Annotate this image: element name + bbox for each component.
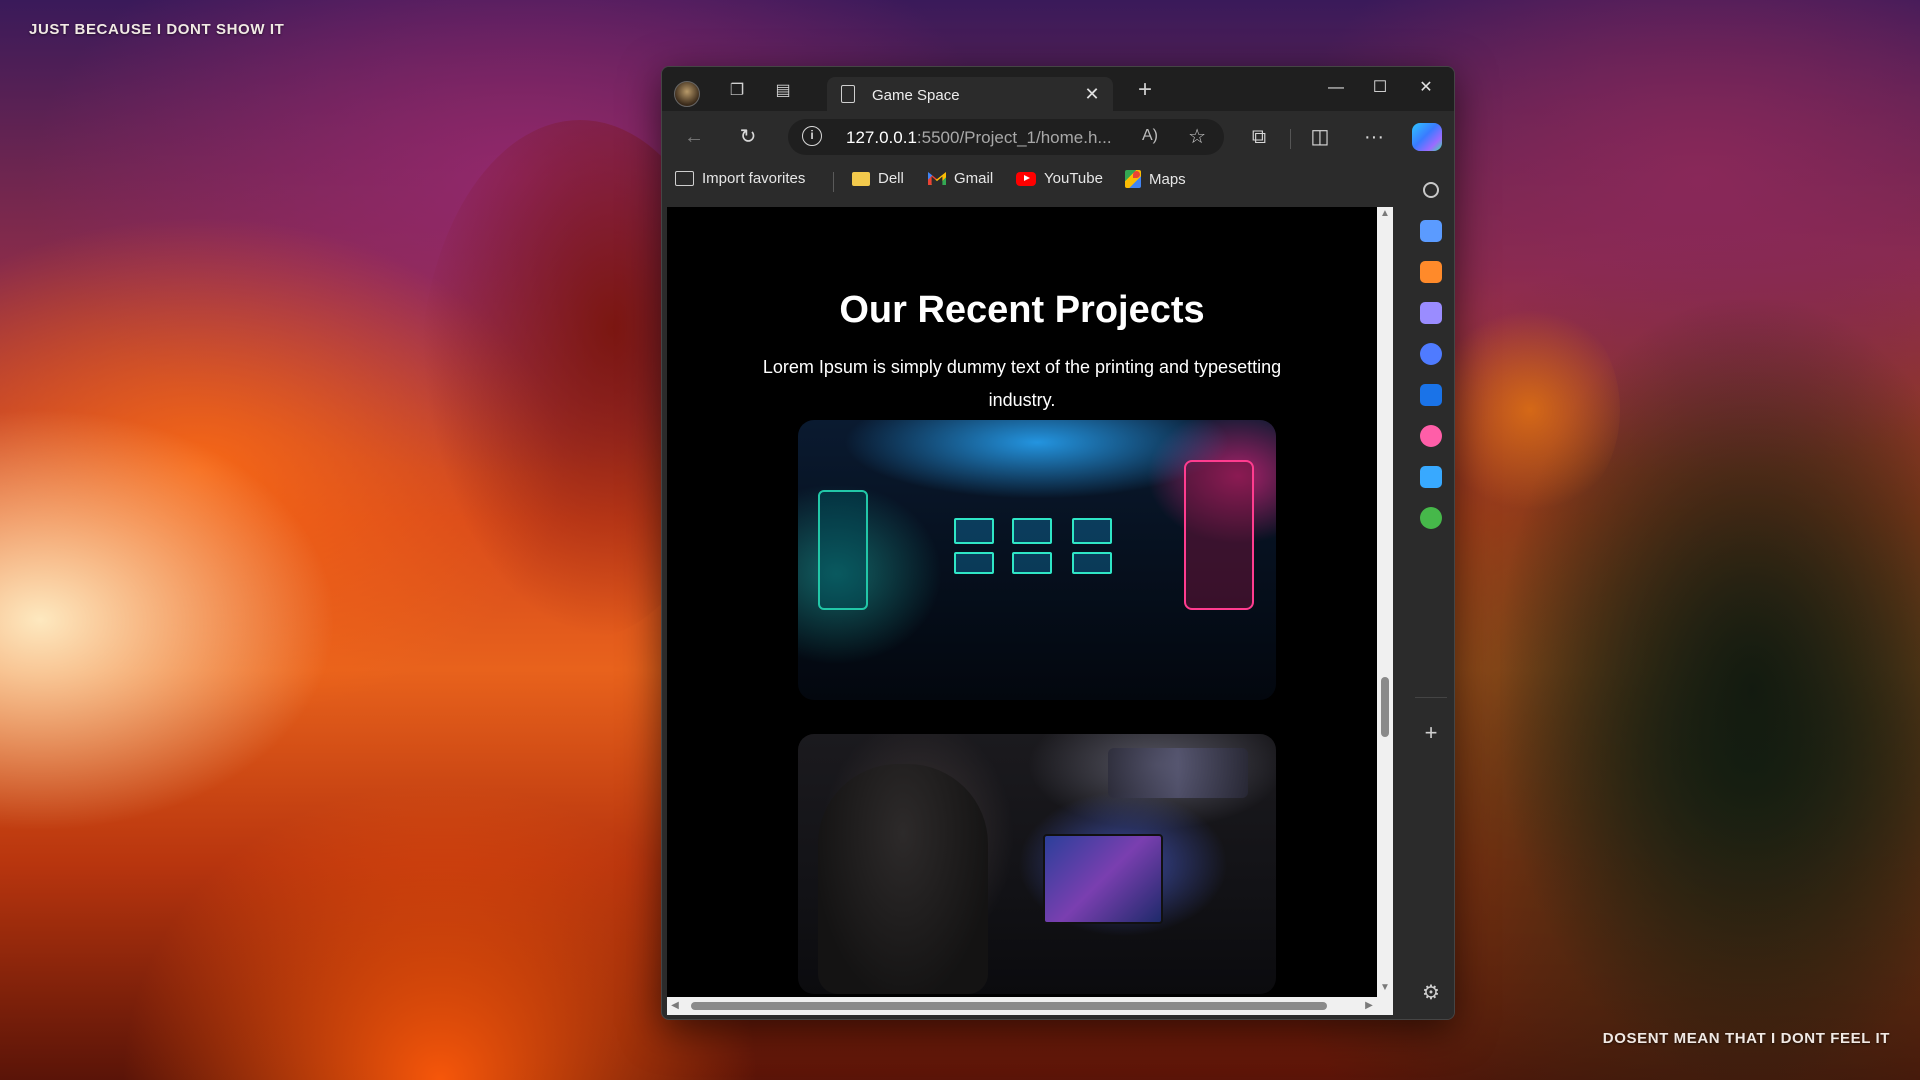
toolbar-divider (1290, 129, 1291, 149)
favorite-label: Maps (1149, 170, 1186, 188)
favorite-import-favorites[interactable]: Import favorites (675, 170, 805, 187)
arcade-screen (1012, 518, 1052, 544)
wallpaper-silhouette (1500, 300, 1920, 1080)
folder-icon (852, 171, 870, 186)
desktop-bottom-text: DOSENT MEAN THAT I DONT FEEL IT (1602, 1030, 1890, 1047)
horizontal-scrollbar[interactable]: ◀ ▶ (667, 997, 1393, 1015)
refresh-button[interactable]: ↻ (733, 122, 763, 152)
gmail-icon (928, 172, 946, 185)
import-icon (675, 171, 694, 186)
split-screen-icon[interactable]: ◫ (1305, 122, 1335, 152)
sidebar-divider (1415, 697, 1447, 698)
favorite-label: Dell (878, 170, 904, 187)
favorite-label: Import favorites (702, 170, 806, 187)
tab-title: Game Space (872, 87, 960, 104)
read-aloud-icon[interactable]: A) (1142, 127, 1158, 145)
favorites-divider (833, 172, 834, 192)
tools-briefcase-icon[interactable] (1420, 261, 1442, 283)
maps-icon (1125, 170, 1141, 188)
url-text[interactable]: 127.0.0.1:5500/Project_1/home.h... (846, 128, 1112, 148)
sidebar-settings-icon[interactable]: ⚙ (1418, 980, 1444, 1006)
profile-avatar[interactable] (674, 81, 700, 107)
title-bar: ❐ ▤ Game Space ✕ + — ☐ ✕ (662, 67, 1454, 113)
vertical-scrollbar[interactable]: ▲ ▼ (1377, 207, 1393, 997)
arcade-screen (1072, 552, 1112, 574)
favorite-label: YouTube (1044, 170, 1103, 187)
scroll-left-arrow[interactable]: ◀ (670, 1001, 680, 1011)
edge-sidebar: + ⚙ (1406, 159, 1454, 1019)
gamer-silhouette (818, 764, 988, 994)
arcade-screen (1072, 518, 1112, 544)
address-bar[interactable]: i 127.0.0.1:5500/Project_1/home.h... A) … (788, 119, 1224, 155)
page-icon (841, 85, 855, 103)
section-title: Our Recent Projects (839, 289, 1205, 331)
games-icon[interactable] (1420, 302, 1442, 324)
url-path: :5500/Project_1/home.h... (916, 128, 1112, 147)
maximize-button[interactable]: ☐ (1360, 75, 1400, 101)
tab-close-button[interactable]: ✕ (1081, 84, 1103, 105)
favorite-gmail[interactable]: Gmail (928, 170, 993, 187)
url-host: 127.0.0.1 (846, 128, 917, 147)
scroll-right-arrow[interactable]: ▶ (1364, 1001, 1374, 1011)
youtube-icon (1016, 171, 1036, 186)
scroll-up-arrow[interactable]: ▲ (1380, 209, 1390, 219)
extensions-icon[interactable]: ⧉ (1244, 122, 1274, 152)
game-monitor (1043, 834, 1163, 924)
gamer-at-pc-image (798, 734, 1276, 994)
wallpaper-orb (1440, 300, 1620, 520)
page-viewport[interactable]: Our Recent Projects Lorem Ipsum is simpl… (667, 207, 1393, 1015)
horizontal-scroll-thumb[interactable] (691, 1002, 1327, 1010)
arcade-screen (954, 552, 994, 574)
vertical-scroll-thumb[interactable] (1381, 677, 1389, 737)
arcade-screen (1012, 552, 1052, 574)
site-info-icon[interactable]: i (802, 126, 822, 146)
sidebar-add-button[interactable]: + (1418, 720, 1444, 746)
designer-icon[interactable] (1420, 425, 1442, 447)
tree-icon[interactable] (1420, 507, 1442, 529)
minimize-button[interactable]: — (1316, 75, 1356, 101)
arcade-cabinet-left (818, 490, 868, 610)
copilot-icon[interactable] (1412, 123, 1442, 151)
favorite-maps[interactable]: Maps (1125, 170, 1186, 188)
arcade-room-image (798, 420, 1276, 700)
workspaces-icon[interactable]: ❐ (724, 77, 750, 103)
search-icon[interactable] (1423, 182, 1439, 198)
close-window-button[interactable]: ✕ (1406, 75, 1446, 101)
outlook-icon[interactable] (1420, 384, 1442, 406)
copilot-icon[interactable] (1420, 343, 1442, 365)
shopping-tag-icon[interactable] (1420, 220, 1442, 242)
scroll-down-arrow[interactable]: ▼ (1380, 983, 1390, 993)
favorite-star-icon[interactable]: ☆ (1188, 124, 1206, 149)
favorite-dell[interactable]: Dell (852, 170, 904, 187)
browser-window: ❐ ▤ Game Space ✕ + — ☐ ✕ ← ↻ i 127.0.0.1… (661, 66, 1455, 1020)
overhead-screens (1108, 748, 1248, 798)
section-subtitle: Lorem Ipsum is simply dummy text of the … (762, 357, 1282, 410)
new-tab-button[interactable]: + (1132, 76, 1158, 103)
more-options-button[interactable]: ··· (1359, 122, 1389, 152)
desktop-top-text: JUST BECAUSE I DONT SHOW IT (29, 21, 285, 38)
navigation-toolbar: ← ↻ i 127.0.0.1:5500/Project_1/home.h...… (662, 115, 1454, 159)
favorite-youtube[interactable]: YouTube (1016, 170, 1103, 187)
favorites-bar: Import favorites Dell Gmail YouTube Maps (662, 161, 1454, 199)
arcade-cabinet-right (1184, 460, 1254, 610)
tab-actions-icon[interactable]: ▤ (770, 77, 796, 103)
tab-game-space[interactable]: Game Space ✕ (827, 77, 1113, 113)
favorite-label: Gmail (954, 170, 994, 187)
back-button[interactable]: ← (679, 122, 709, 152)
arcade-screen (954, 518, 994, 544)
send-icon[interactable] (1420, 466, 1442, 488)
